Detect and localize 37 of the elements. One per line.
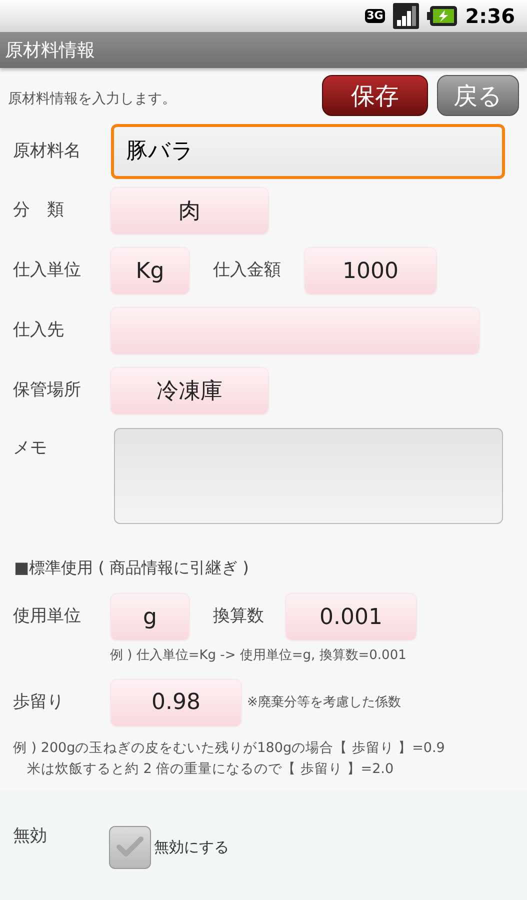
network-icon: 3G (364, 9, 386, 23)
field-label: メモ (13, 437, 48, 460)
memo-field[interactable] (114, 428, 503, 524)
field-label: 仕入金額 (213, 259, 282, 282)
factor-field[interactable]: 0.001 (286, 594, 416, 640)
name-input-field[interactable]: 豚バラ (111, 124, 505, 179)
category-field[interactable]: 肉 (111, 188, 268, 234)
storage-field[interactable]: 冷凍庫 (111, 368, 268, 414)
back-button[interactable]: 戻る (437, 75, 519, 116)
yield-field[interactable]: 0.98 (111, 680, 241, 726)
price-field[interactable]: 1000 (305, 248, 436, 294)
field-label: 無効 (13, 824, 48, 848)
field-label: 原材料名 (13, 140, 82, 163)
supplier-field[interactable] (111, 308, 479, 354)
save-button[interactable]: 保存 (322, 75, 428, 116)
field-label: 分 類 (13, 199, 65, 222)
unit-field[interactable]: Kg (111, 248, 189, 294)
disable-checkbox[interactable] (109, 826, 151, 868)
usage-unit-field[interactable]: g (111, 594, 189, 640)
yield-note: ※廃棄分等を考慮した係数 (247, 694, 401, 712)
field-label: 使用単位 (13, 605, 82, 628)
section-heading: ■標準使用 ( 商品情報に引継ぎ ) (13, 557, 250, 579)
field-label: 仕入先 (13, 319, 65, 342)
example-text: 例 ) 仕入単位=Kg -> 使用単位=g, 換算数=0.001 (109, 647, 408, 665)
description: 原材料情報を入力します。 (8, 90, 176, 109)
field-label: 仕入単位 (13, 259, 82, 282)
battery-charging-icon (427, 6, 458, 26)
field-label: 換算数 (213, 605, 265, 628)
checkbox-label: 無効にする (154, 836, 229, 858)
window-title: 原材料情報 (5, 38, 95, 62)
note-text: 米は炊飯すると約 2 倍の重量になるので【 歩留り 】=2.0 (26, 760, 395, 778)
field-label: 保管場所 (13, 379, 82, 402)
clock: 2:36 (465, 3, 515, 30)
note-text: 例 ) 200gの玉ねぎの皮をむいた残りが180gの場合【 歩留り 】=0.9 (13, 738, 446, 758)
signal-icon (393, 3, 420, 29)
check-icon (116, 835, 144, 859)
field-label: 歩留り (13, 690, 65, 714)
